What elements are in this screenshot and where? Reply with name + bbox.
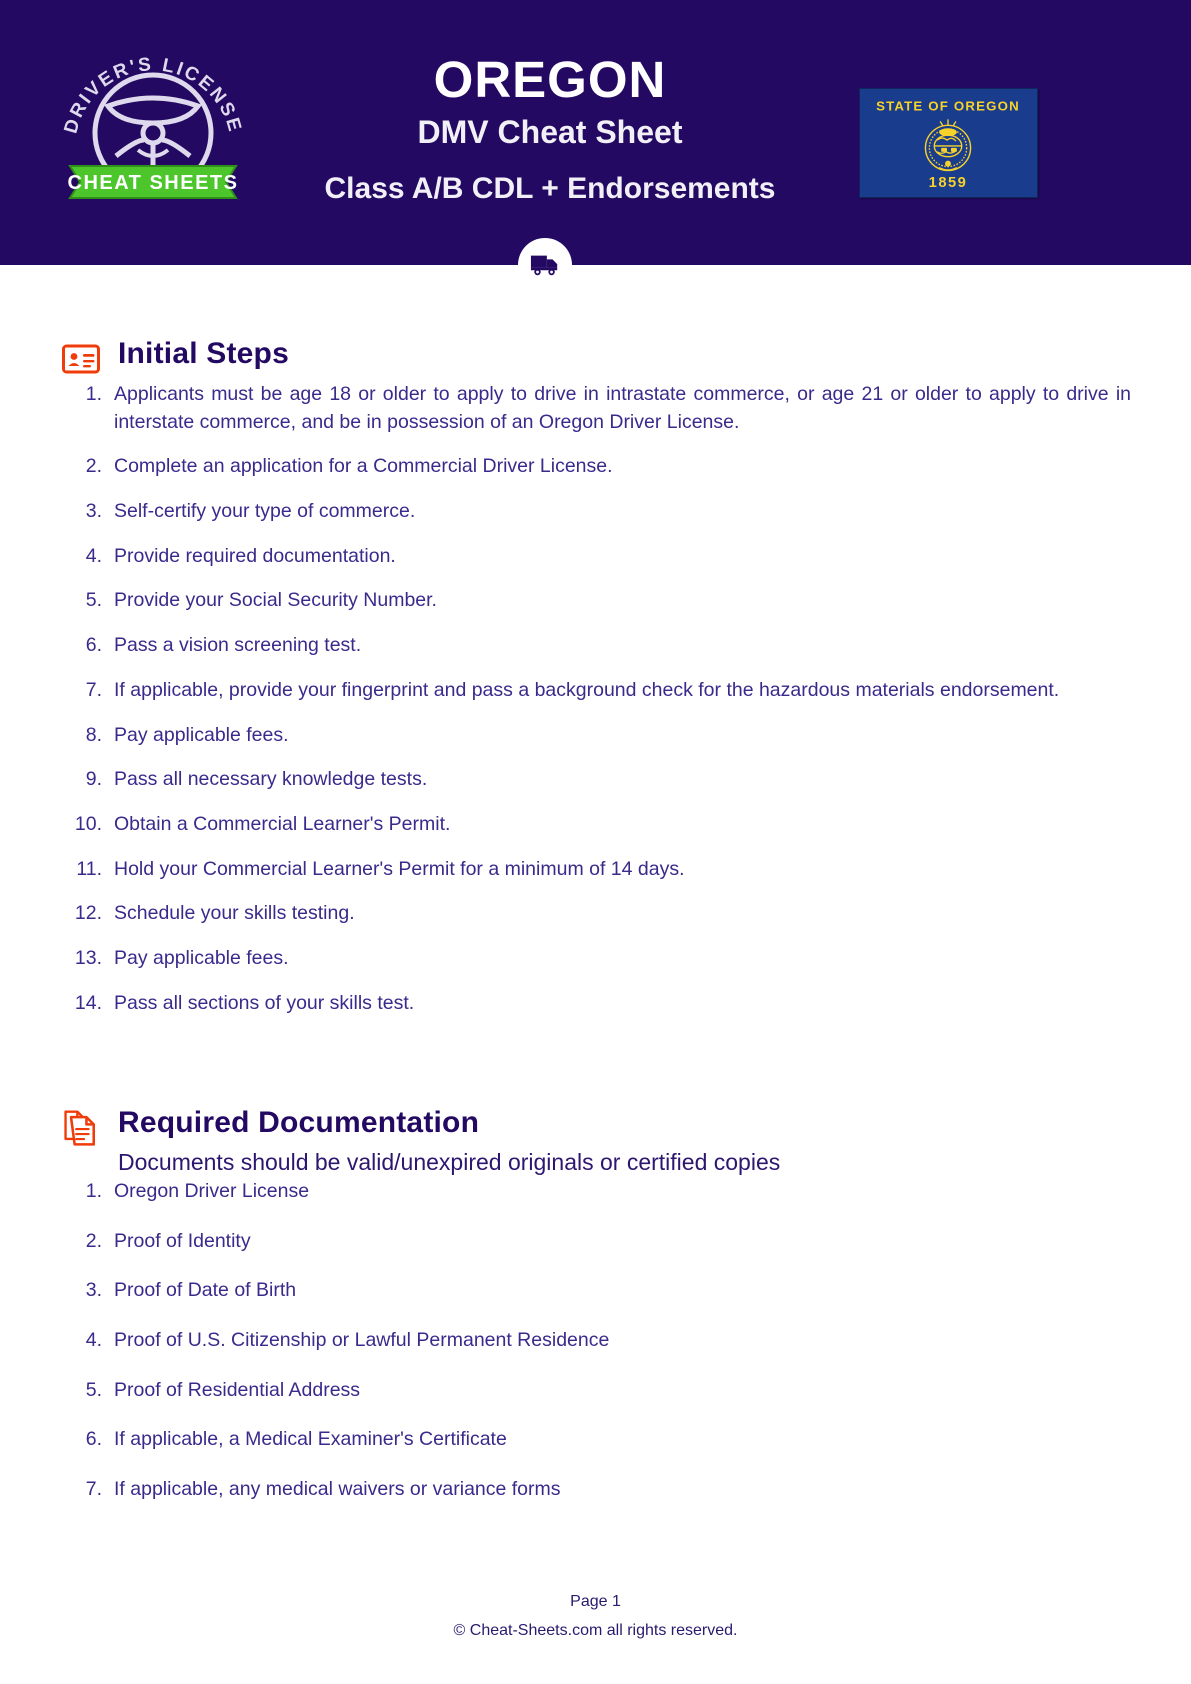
list-item-text: Pay applicable fees. [114,723,289,746]
list-item: 6. If applicable, a Medical Examiner's Ce… [60,1426,1131,1454]
list-item: 12. Schedule your skills testing. [60,900,1131,928]
list-item: 11. Hold your Commercial Learner's Permit… [60,856,1131,884]
list-item-text: Proof of Date of Birth [114,1279,297,1302]
list-item: 3. Proof of Date of Birth [60,1277,1131,1305]
header-title-block: OREGON DMV Cheat Sheet Class A/B CDL + E… [250,52,850,206]
cheat-sheet-page: DRIVER'S LICENSE CHEAT SHEETS OREGON DMV… [0,0,1191,1684]
page-header: DRIVER'S LICENSE CHEAT SHEETS OREGON DMV… [0,0,1191,292]
list-item-text: If applicable, a Medical Examiner's Cert… [114,1428,507,1451]
page-class-line: Class A/B CDL + Endorsements [324,172,776,206]
list-item: 5. Provide your Social Security Number. [60,587,1131,615]
list-item: 10. Obtain a Commercial Learner's Permit. [60,811,1131,839]
flag-year-text: 1859 [929,175,968,191]
document-icon [60,1106,102,1150]
list-item: 9. Pass all necessary knowledge tests. [60,766,1131,794]
list-item-text: Complete an application for a Commercial… [114,455,613,478]
truck-icon [530,255,558,276]
list-item-text: Schedule your skills testing. [114,902,355,925]
id-card-icon [60,337,102,381]
section-subtitle-required-documentation: Documents should be valid/unexpired orig… [118,1148,781,1175]
list-item-text: Obtain a Commercial Learner's Permit. [114,812,451,835]
list-item: 4. Proof of U.S. Citizenship or Lawful Pe… [60,1327,1131,1355]
list-item-text: Applicants must be age 18 or older to ap… [114,383,1131,433]
list-item-text: Self-certify your type of commerce. [114,500,416,523]
flag-top-text: STATE OF OREGON [876,99,1020,114]
list-item-text: Pass a vision screening test. [114,634,362,657]
list-item: 4. Provide required documentation. [60,543,1131,571]
list-item: 2. Complete an application for a Commerci… [60,453,1131,481]
section-title-initial-steps: Initial Steps [118,337,289,370]
page-content: Initial Steps 1. Applicants must be age 1… [0,337,1191,1504]
list-item-text: Pass all sections of your skills test. [114,991,415,1014]
list-item: 8. Pay applicable fees. [60,722,1131,750]
list-item: 1. Oregon Driver License [60,1178,1131,1206]
section-initial-steps: Initial Steps 1. Applicants must be age 1… [60,337,1131,1017]
list-item: 7. If applicable, any medical waivers or … [60,1476,1131,1504]
list-item-text: Proof of Residential Address [114,1378,361,1401]
page-number: Page 1 [570,1593,621,1611]
section-required-documentation: Required Documentation Documents should … [60,1106,1131,1503]
list-item-text: Provide your Social Security Number. [114,589,437,612]
list-item-text: Proof of U.S. Citizenship or Lawful Perm… [114,1328,610,1351]
list-item: 5. Proof of Residential Address [60,1377,1131,1405]
list-item-text: Oregon Driver License [114,1179,310,1202]
list-item-text: If applicable, any medical waivers or va… [114,1477,561,1500]
list-item: 14. Pass all sections of your skills test… [60,990,1131,1018]
list-item: 13. Pay applicable fees. [60,945,1131,973]
list-item: 7. If applicable, provide your fingerprin… [60,677,1131,705]
section-header-initial-steps: Initial Steps [60,337,1131,381]
list-item-text: Hold your Commercial Learner's Permit fo… [114,857,685,880]
list-item-text: Provide required documentation. [114,544,396,567]
list-item-text: Pay applicable fees. [114,946,289,969]
page-subtitle: DMV Cheat Sheet [417,114,683,151]
oregon-flag: STATE OF OREGON 1859 [859,88,1038,198]
required-documentation-list: 1. Oregon Driver License 2. Proof of Ident… [60,1178,1131,1504]
list-item: 6. Pass a vision screening test. [60,632,1131,660]
truck-badge [518,238,572,292]
list-item: 2. Proof of Identity [60,1228,1131,1256]
copyright-text: © Cheat-Sheets.com all rights reserved. [453,1622,738,1640]
cheat-sheets-logo: DRIVER'S LICENSE CHEAT SHEETS [58,28,248,203]
list-item: 1. Applicants must be age 18 or older to … [60,381,1131,436]
list-item-text: Pass all necessary knowledge tests. [114,768,428,791]
logo-banner-text: CHEAT SHEETS [68,172,239,194]
page-title-state: OREGON [433,51,667,108]
initial-steps-list: 1. Applicants must be age 18 or older to … [60,381,1131,1017]
section-header-required-documentation: Required Documentation Documents should … [60,1106,1131,1178]
section-title-required-documentation: Required Documentation [118,1106,480,1140]
page-footer: Page 1 © Cheat-Sheets.com all rights res… [0,1588,1191,1646]
list-item-text: Proof of Identity [114,1229,251,1252]
list-item-text: If applicable, provide your fingerprint … [114,678,1060,701]
list-item: 3. Self-certify your type of commerce. [60,498,1131,526]
